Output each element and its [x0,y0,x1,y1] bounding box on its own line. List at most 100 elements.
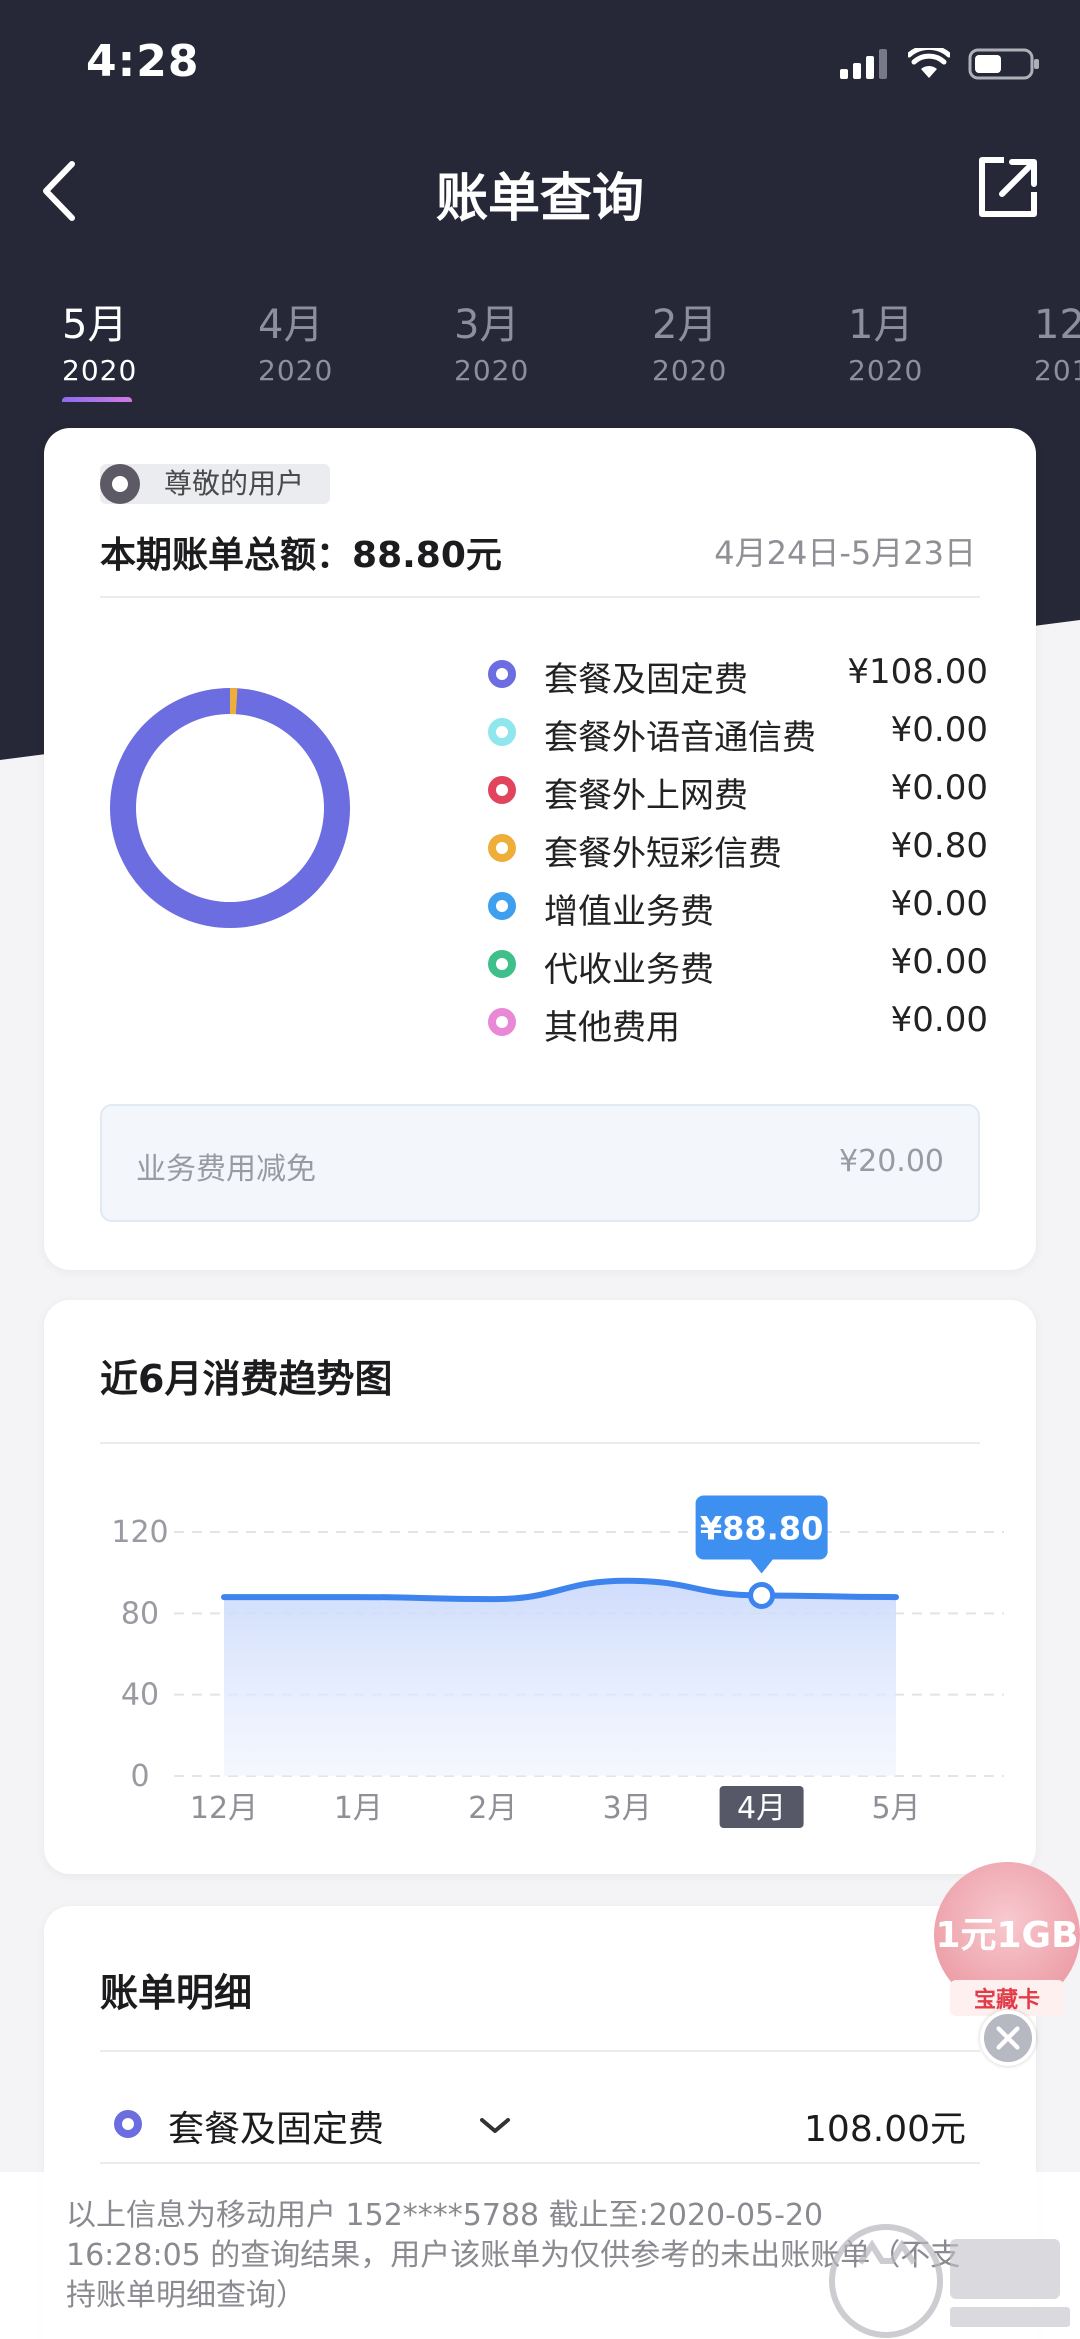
tab-year-label: 2020 [454,354,530,387]
legend-value: ¥0.00 [890,768,988,808]
legend-label: 套餐外上网费 [544,776,748,816]
share-icon[interactable] [976,154,1040,220]
legend-dot-icon [488,834,516,862]
tooltip-pointer [749,1558,774,1574]
user-badge-label: 尊敬的用户 [164,467,305,500]
legend-item: 套餐外短彩信费 ¥0.80 [488,820,988,878]
divider [100,596,980,598]
page-title: 账单查询 [435,169,644,229]
nav-bar: 账单查询 [0,130,1080,250]
tab-month-label: 2月 [652,302,718,348]
y-tick-label: 40 [121,1678,159,1713]
trend-title: 近6月消费趋势图 [100,1357,393,1401]
bill-total-label: 本期账单总额： [100,535,353,576]
detail-row-value: 108.00元 [804,2109,966,2150]
detail-dot-icon [114,2110,142,2138]
legend-dot-icon [488,718,516,746]
status-time: 4:28 [86,36,200,87]
trend-line-chart: 120 80 40 0 12月 1月 2月 3月 4月 5月 ¥88.80 [111,1495,1004,1828]
detail-row-label: 套餐及固定费 [168,2109,385,2150]
status-icons [840,48,1040,80]
divider [100,2162,980,2164]
y-tick-label: 0 [130,1759,149,1794]
signal-icon [840,49,887,79]
status-bar: 4:28 [0,0,1080,130]
bill-total-value: 88.80元 [352,535,502,576]
donut-hole [136,714,324,902]
legend-item: 套餐外语音通信费 ¥0.00 [488,704,988,762]
tab-month-3[interactable]: 3月 2020 [454,292,594,387]
divider [100,1442,980,1444]
legend-value: ¥0.00 [890,884,988,924]
month-tabs: 5月 2020 4月 2020 3月 2020 2月 2020 1月 2020 … [0,292,1080,402]
user-badge: 尊敬的用户 [100,464,331,504]
user-badge-icon [100,464,140,504]
legend-dot-icon [488,950,516,978]
footer-notice: 以上信息为移动用户 152****5788 截止至:2020-05-20 16:… [0,2172,1080,2339]
legend-label: 套餐外语音通信费 [544,718,816,758]
x-tick-label: 12月 [190,1791,258,1826]
bill-summary-card: 尊敬的用户 本期账单总额：88.80元 4月24日-5月23日 套餐及固定费 ¥… [44,428,1036,1270]
bill-period: 4月24日-5月23日 [714,534,976,572]
tab-month-4[interactable]: 4月 2020 [258,292,398,387]
close-icon[interactable] [980,2010,1036,2066]
fee-donut-chart [110,687,350,928]
tab-month-label: 3月 [454,302,520,348]
legend-item: 代收业务费 ¥0.00 [488,936,988,994]
tab-year-label: 2019 [1034,354,1080,387]
legend-label: 套餐外短彩信费 [544,834,782,874]
battery-icon [968,48,1039,80]
fee-legend: 套餐及固定费 ¥108.00 套餐外语音通信费 ¥0.00 套餐外上网费 ¥0.… [488,646,988,1052]
promo-floating-badge[interactable]: 1元1GB 宝藏卡 [934,1862,1080,2016]
chevron-down-icon[interactable] [478,2116,512,2136]
trend-area [224,1580,896,1776]
tab-month-1[interactable]: 1月 2020 [848,292,988,387]
detail-row-package[interactable]: 套餐及固定费 108.00元 [100,2074,980,2184]
legend-value: ¥0.00 [890,942,988,982]
y-tick-label: 120 [111,1515,168,1550]
tab-year-label: 2020 [258,354,334,387]
tab-month-label: 1月 [848,302,914,348]
tab-year-label: 2020 [848,354,924,387]
legend-label: 代收业务费 [544,950,714,990]
legend-label: 增值业务费 [544,892,714,932]
promo-title: 1元1GB [935,1915,1079,1956]
tooltip-value: ¥88.80 [700,1509,823,1547]
cat-watermark-icon [829,2224,1070,2338]
legend-item: 套餐及固定费 ¥108.00 [488,646,988,704]
x-tick-label: 2月 [468,1791,517,1826]
legend-label: 其他费用 [544,1008,680,1048]
legend-value: ¥108.00 [847,652,988,692]
divider [100,2050,980,2052]
tab-year-label: 2020 [652,354,728,387]
legend-item: 增值业务费 ¥0.00 [488,878,988,936]
bill-total: 本期账单总额：88.80元 [100,526,502,578]
legend-item: 其他费用 ¥0.00 [488,994,988,1052]
detail-title: 账单明细 [100,1971,253,2015]
discount-label: 业务费用减免 [136,1152,316,1187]
wifi-icon [908,48,950,78]
legend-label: 套餐及固定费 [544,660,748,700]
legend-dot-icon [488,1008,516,1036]
x-tick-label: 3月 [603,1791,652,1826]
legend-value: ¥0.00 [890,1000,988,1040]
selected-point [748,1581,776,1609]
y-tick-label: 80 [121,1596,159,1631]
fee-discount-row: 业务费用减免 ¥20.00 [100,1104,980,1222]
tab-month-5[interactable]: 5月 2020 [62,292,202,402]
legend-dot-icon [488,776,516,804]
tab-month-12[interactable]: 12月 2019 [1034,292,1080,387]
x-tick-label: 4月 [737,1791,786,1826]
active-tab-indicator [62,397,132,402]
tab-month-label: 5月 [62,302,128,348]
trend-card: 近6月消费趋势图 120 80 40 0 12月 1月 2月 3月 4月 5月 ¥88.80 [44,1300,1036,1874]
tab-month-label: 12月 [1034,302,1080,348]
tab-month-label: 4月 [258,302,324,348]
legend-item: 套餐外上网费 ¥0.00 [488,762,988,820]
tab-year-label: 2020 [62,354,138,387]
legend-dot-icon [488,892,516,920]
legend-value: ¥0.80 [890,826,988,866]
tab-month-2[interactable]: 2月 2020 [652,292,792,387]
x-tick-label: 1月 [334,1791,383,1826]
x-tick-label: 5月 [871,1791,920,1826]
